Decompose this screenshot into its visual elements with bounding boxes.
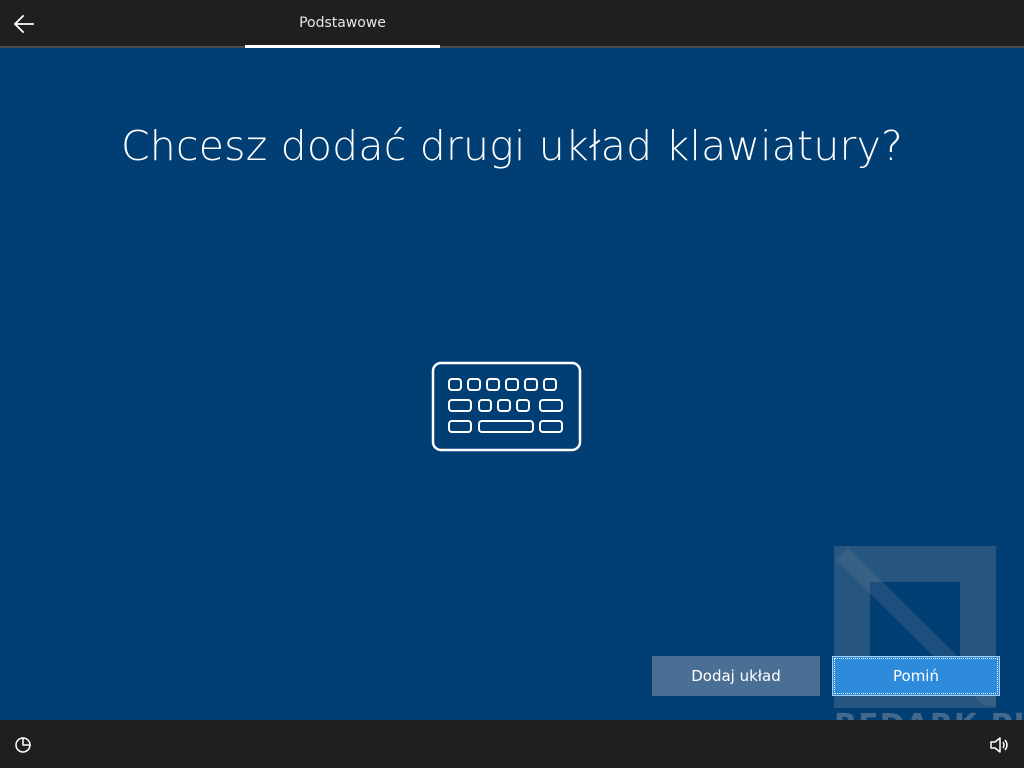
tab-active-indicator <box>245 45 440 48</box>
back-button[interactable] <box>8 8 40 40</box>
page-title: Chcesz dodać drugi układ klawiatury? <box>120 122 904 170</box>
volume-icon[interactable] <box>988 734 1010 756</box>
tab-label: Podstawowe <box>299 15 386 31</box>
top-bar <box>0 0 1024 46</box>
bottom-bar <box>0 720 1024 768</box>
skip-button[interactable]: Pomiń <box>832 656 1000 696</box>
add-layout-label: Dodaj układ <box>691 667 781 685</box>
ease-of-access-icon[interactable] <box>12 734 34 756</box>
add-layout-button[interactable]: Dodaj układ <box>652 656 820 696</box>
top-bar-divider <box>0 46 1024 48</box>
keyboard-icon <box>431 361 582 452</box>
tab-podstawowe: Podstawowe <box>245 0 440 46</box>
arrow-left-icon <box>13 14 34 34</box>
skip-label: Pomiń <box>893 667 939 685</box>
